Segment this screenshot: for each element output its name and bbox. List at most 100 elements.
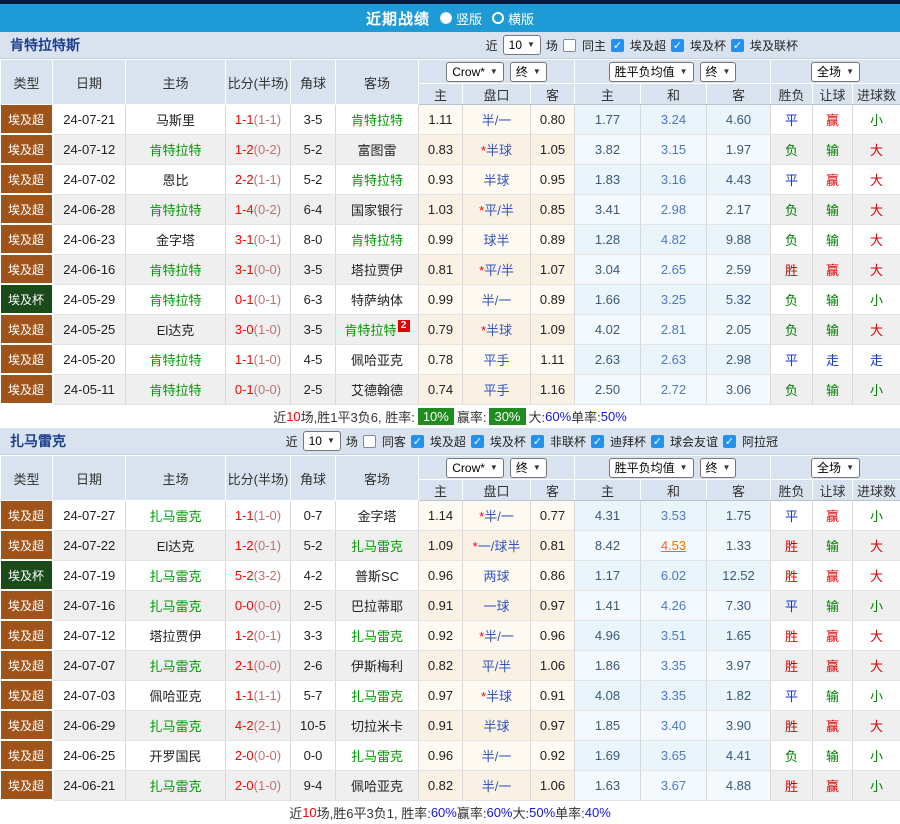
result-wdl: 负: [771, 284, 813, 314]
games-count-select-value: 10: [309, 433, 322, 449]
avg-home: 1.66: [575, 284, 641, 314]
handicap-name: 平/半: [484, 203, 514, 218]
handicap-name: 半球: [483, 173, 509, 188]
scope-select[interactable]: 全场▼: [811, 458, 860, 478]
home-team-name: 金字塔: [156, 233, 195, 248]
league-checkbox-0[interactable]: ✓: [611, 39, 624, 52]
odds-away: 0.97: [531, 710, 575, 740]
corners-cell: 2-5: [291, 590, 336, 620]
handicap-name: 半/一: [482, 113, 512, 128]
radio-label: 竖版: [456, 9, 482, 28]
avg-draw: 3.67: [641, 770, 707, 800]
home-team-cell: El达克: [126, 530, 226, 560]
result-handicap: 输: [813, 740, 853, 770]
result-goals: 大: [853, 254, 900, 284]
fulltime-score: 2-1: [235, 658, 254, 673]
odds-source-select-value: Crow*: [452, 64, 485, 80]
match-date: 24-07-12: [53, 134, 126, 164]
scope-select[interactable]: 全场▼: [811, 62, 860, 82]
league-checkbox-3[interactable]: ✓: [591, 435, 604, 448]
odds-home: 0.96: [419, 740, 463, 770]
games-suffix-label: 场: [346, 433, 358, 450]
avg-stage-select[interactable]: 终▼: [700, 458, 737, 478]
odds-home: 0.83: [419, 134, 463, 164]
chevron-down-icon: ▼: [327, 433, 335, 449]
avg-home: 8.42: [575, 530, 641, 560]
league-checkbox-1[interactable]: ✓: [471, 435, 484, 448]
handicap-cell: 半球: [463, 710, 531, 740]
same-venue-checkbox[interactable]: [363, 435, 376, 448]
avg-home: 1.86: [575, 650, 641, 680]
away-team-cell: 佩哈亚克: [336, 770, 419, 800]
odds-home: 0.82: [419, 650, 463, 680]
avg-away: 12.52: [707, 560, 771, 590]
radio-icon: [440, 12, 452, 24]
avg-draw: 3.35: [641, 680, 707, 710]
avg-draw: 3.24: [641, 105, 707, 135]
sub-header-1: 盘口: [463, 84, 531, 105]
score-cell: 1-2(0-1): [226, 620, 291, 650]
summary-segment: 单率:: [555, 803, 585, 822]
league-checkbox-2[interactable]: ✓: [531, 435, 544, 448]
league-checkbox-2[interactable]: ✓: [731, 39, 744, 52]
avg-home: 2.50: [575, 374, 641, 404]
odds-stage-select[interactable]: 终▼: [510, 62, 547, 82]
halftime-score: (0-1): [254, 538, 281, 553]
league-checkbox-1[interactable]: ✓: [671, 39, 684, 52]
sub-header-8: 进球数: [853, 84, 900, 105]
halftime-score: (0-0): [254, 658, 281, 673]
summary-segment: 单率:: [571, 407, 601, 426]
avg-away: 2.05: [707, 314, 771, 344]
odds-source-select[interactable]: Crow*▼: [446, 458, 504, 478]
handicap-name: 半球: [486, 143, 512, 158]
odds-home: 0.96: [419, 560, 463, 590]
same-venue-checkbox[interactable]: [563, 39, 576, 52]
league-checkbox-4[interactable]: ✓: [651, 435, 664, 448]
odds-stage-select[interactable]: 终▼: [510, 458, 547, 478]
avg-source-select[interactable]: 胜平负均值▼: [609, 458, 694, 478]
home-team-cell: 塔拉贾伊: [126, 620, 226, 650]
league-type-cell: 埃及超: [1, 254, 53, 284]
avg-home: 1.17: [575, 560, 641, 590]
score-cell: 1-2(0-1): [226, 530, 291, 560]
score-cell: 2-0(1-0): [226, 770, 291, 800]
handicap-cell: 平手: [463, 374, 531, 404]
result-wdl: 负: [771, 314, 813, 344]
summary-segment: 大:: [529, 407, 546, 426]
odds-source-select[interactable]: Crow*▼: [446, 62, 504, 82]
avg-source-select[interactable]: 胜平负均值▼: [609, 62, 694, 82]
league-type-cell: 埃及超: [1, 620, 53, 650]
avg-home: 1.83: [575, 164, 641, 194]
away-team-name: 富图雷: [357, 143, 396, 158]
chevron-down-icon: ▼: [680, 64, 688, 80]
avg-stage-select[interactable]: 终▼: [700, 62, 737, 82]
sub-header-5: 客: [707, 84, 771, 105]
sub-header-6: 胜负: [771, 480, 813, 501]
layout-radio-1[interactable]: 横版: [492, 9, 534, 28]
sub-header-5: 客: [707, 480, 771, 501]
score-cell: 1-1(1-0): [226, 344, 291, 374]
league-type-cell: 埃及超: [1, 134, 53, 164]
scope-group-controls: 全场▼: [771, 62, 900, 82]
title-bar: 近期战绩 竖版横版: [0, 4, 900, 32]
layout-radio-0[interactable]: 竖版: [440, 9, 482, 28]
handicap-name: 半/一: [482, 749, 512, 764]
league-checkbox-0[interactable]: ✓: [411, 435, 424, 448]
match-row: 埃及超24-07-27扎马雷克1-1(1-0)0-7金字塔1.14*半/一0.7…: [1, 501, 900, 531]
games-count-select[interactable]: 10▼: [503, 35, 541, 55]
avg-home: 4.08: [575, 680, 641, 710]
result-goals: 大: [853, 314, 900, 344]
result-wdl: 平: [771, 590, 813, 620]
league-checkbox-5[interactable]: ✓: [723, 435, 736, 448]
away-team-name: 艾德翰德: [351, 383, 403, 398]
result-wdl: 胜: [771, 710, 813, 740]
games-count-select[interactable]: 10 ▼: [303, 431, 341, 451]
fulltime-score: 2-0: [235, 778, 254, 793]
halftime-score: (0-0): [254, 262, 281, 277]
result-goals: 小: [853, 284, 900, 314]
halftime-score: (0-1): [254, 232, 281, 247]
match-date: 24-05-20: [53, 344, 126, 374]
match-row: 埃及超24-07-12塔拉贾伊1-2(0-1)3-3扎马雷克0.92*半/一0.…: [1, 620, 900, 650]
league-type-cell: 埃及超: [1, 590, 53, 620]
match-row: 埃及超24-06-28肯特拉特1-4(0-2)6-4国家银行1.03*平/半0.…: [1, 194, 900, 224]
